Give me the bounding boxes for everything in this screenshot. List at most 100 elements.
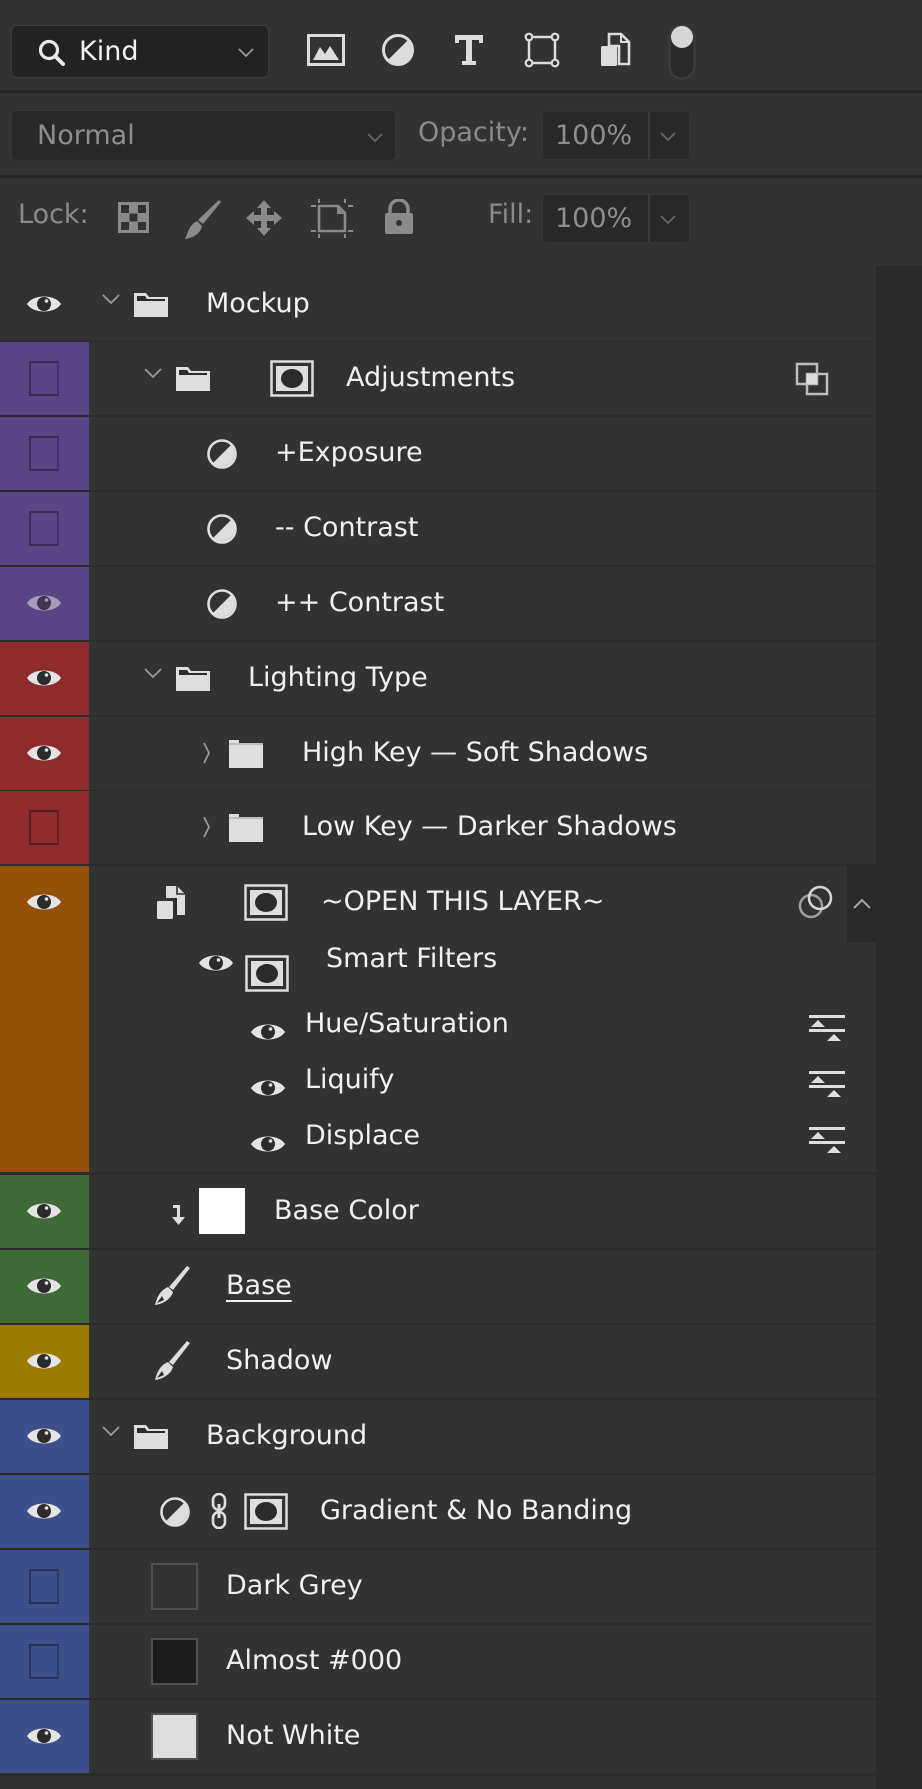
layer-content[interactable]: ++ Contrast [89,567,876,640]
layer-name[interactable]: ++ Contrast [275,587,444,618]
layer-content[interactable]: Adjustments [89,342,876,415]
visibility-toggle[interactable] [0,1475,89,1548]
layer-name[interactable]: Base [226,1270,292,1301]
filter-blending-options-icon[interactable] [809,1071,845,1099]
layer-name[interactable]: Background [206,1420,367,1451]
linked-layers-icon[interactable] [795,362,829,396]
smart-object-effects-icon[interactable] [798,885,834,921]
layer-name[interactable]: Almost #000 [226,1645,402,1676]
layer-name[interactable]: Low Key — Darker Shadows [302,811,677,842]
layer-row[interactable]: Base Color [0,1175,876,1248]
layer-thumbnail[interactable] [199,1188,245,1234]
visibility-toggle[interactable] [0,1325,89,1398]
filter-toggle-switch[interactable] [668,24,696,80]
layer-thumbnail[interactable] [151,1638,198,1685]
image-filter-icon[interactable] [307,34,345,66]
chevron-right-icon[interactable] [202,742,212,764]
visibility-toggle-off[interactable] [0,791,89,864]
fill-chevron-down-icon[interactable] [660,215,676,225]
layer-row[interactable]: Gradient & No Banding [0,1475,876,1548]
chevron-down-icon[interactable] [144,666,162,680]
lock-image-pixels-icon[interactable] [183,198,223,240]
layer-content[interactable]: Almost #000 [89,1625,876,1698]
fill-value[interactable]: 100% [555,203,632,234]
layer-name[interactable]: Not White [226,1720,360,1751]
layer-content[interactable]: Background [89,1400,876,1473]
layer-content[interactable]: High Key — Soft Shadows [89,717,876,790]
smart-filters-eye-icon[interactable] [198,951,234,975]
layer-thumbnail[interactable] [151,1713,198,1760]
mask-link-icon[interactable] [210,1493,228,1529]
blend-mode-dropdown[interactable]: Normal [11,110,396,161]
visibility-toggle-off[interactable] [0,1625,89,1698]
type-filter-icon[interactable] [453,33,485,67]
layer-row[interactable]: +Exposure [0,417,876,490]
layer-row[interactable]: Base [0,1250,876,1323]
layer-row[interactable]: Mockup [0,268,876,341]
layer-name[interactable]: Dark Grey [226,1570,363,1601]
layer-name[interactable]: High Key — Soft Shadows [302,737,648,768]
filter-eye-icon[interactable] [250,1020,286,1044]
visibility-toggle[interactable] [0,642,89,715]
layer-name[interactable]: Adjustments [346,362,515,393]
visibility-toggle[interactable] [0,1700,89,1773]
layer-row[interactable]: High Key — Soft Shadows [0,717,876,790]
layer-row[interactable]: ++ Contrast [0,567,876,640]
visibility-toggle[interactable] [0,567,89,640]
lock-position-icon[interactable] [245,199,283,237]
layer-row[interactable]: Almost #000 [0,1625,876,1698]
layer-name[interactable]: ~OPEN THIS LAYER~ [321,886,604,917]
layer-content[interactable]: +Exposure [89,417,876,490]
adjustment-filter-icon[interactable] [381,33,415,67]
layer-row[interactable]: Lighting Type [0,642,876,715]
lock-artboard-icon[interactable] [310,199,354,239]
layer-name[interactable]: +Exposure [275,437,423,468]
visibility-toggle[interactable] [0,1400,89,1473]
layer-content[interactable]: Low Key — Darker Shadows [89,791,876,864]
visibility-toggle[interactable] [0,268,89,341]
filter-blending-options-icon[interactable] [809,1127,845,1155]
visibility-toggle[interactable] [0,1175,89,1248]
smart-filters-label[interactable]: Smart Filters [326,943,497,974]
smart-filter-name[interactable]: Hue/Saturation [305,1008,509,1039]
chevron-down-icon[interactable] [102,1424,120,1438]
visibility-toggle[interactable] [0,717,89,790]
chevron-right-icon[interactable] [202,816,212,838]
smart-filter-name[interactable]: Displace [305,1120,420,1151]
filter-eye-icon[interactable] [250,1076,286,1100]
layer-name[interactable]: Lighting Type [248,662,428,693]
layer-row[interactable]: Background [0,1400,876,1473]
layer-mask-icon[interactable] [244,1493,288,1530]
chevron-down-icon[interactable] [102,292,120,306]
collapse-filters-button[interactable] [847,866,876,942]
layer-content[interactable]: Gradient & No Banding [89,1475,876,1548]
layer-content[interactable]: ~OPEN THIS LAYER~ Smart Filters Hue/Satura… [89,866,876,1153]
layer-content[interactable]: Base [89,1250,876,1323]
visibility-toggle-off[interactable] [0,342,89,415]
layer-name[interactable]: Base Color [274,1195,419,1226]
layer-name[interactable]: Gradient & No Banding [320,1495,632,1526]
visibility-toggle-off[interactable] [0,417,89,490]
opacity-value[interactable]: 100% [555,120,632,151]
smart-object-filter-icon[interactable] [599,32,631,68]
layer-name[interactable]: Shadow [226,1345,333,1376]
lock-all-icon[interactable] [383,199,415,235]
layer-content[interactable]: Shadow [89,1325,876,1398]
layer-content[interactable]: Not White [89,1700,876,1773]
shape-filter-icon[interactable] [524,32,560,68]
layer-row[interactable]: Dark Grey [0,1550,876,1623]
visibility-toggle-off[interactable] [0,492,89,565]
smart-filter-name[interactable]: Liquify [305,1064,394,1095]
layer-row[interactable]: Shadow [0,1325,876,1398]
layer-row[interactable]: -- Contrast [0,492,876,565]
opacity-chevron-down-icon[interactable] [660,132,676,142]
filter-kind-dropdown[interactable]: Kind [11,25,269,78]
layer-thumbnail[interactable] [151,1563,198,1610]
filter-blending-options-icon[interactable] [809,1015,845,1043]
layer-content[interactable]: Base Color [89,1175,876,1248]
layer-mask-icon[interactable] [244,884,288,921]
layers-scrollbar[interactable] [876,266,922,1789]
chevron-down-icon[interactable] [144,366,162,380]
layer-name[interactable]: Mockup [206,288,310,319]
layer-row[interactable]: ~OPEN THIS LAYER~ Smart Filters Hue/Satura… [0,866,876,1172]
